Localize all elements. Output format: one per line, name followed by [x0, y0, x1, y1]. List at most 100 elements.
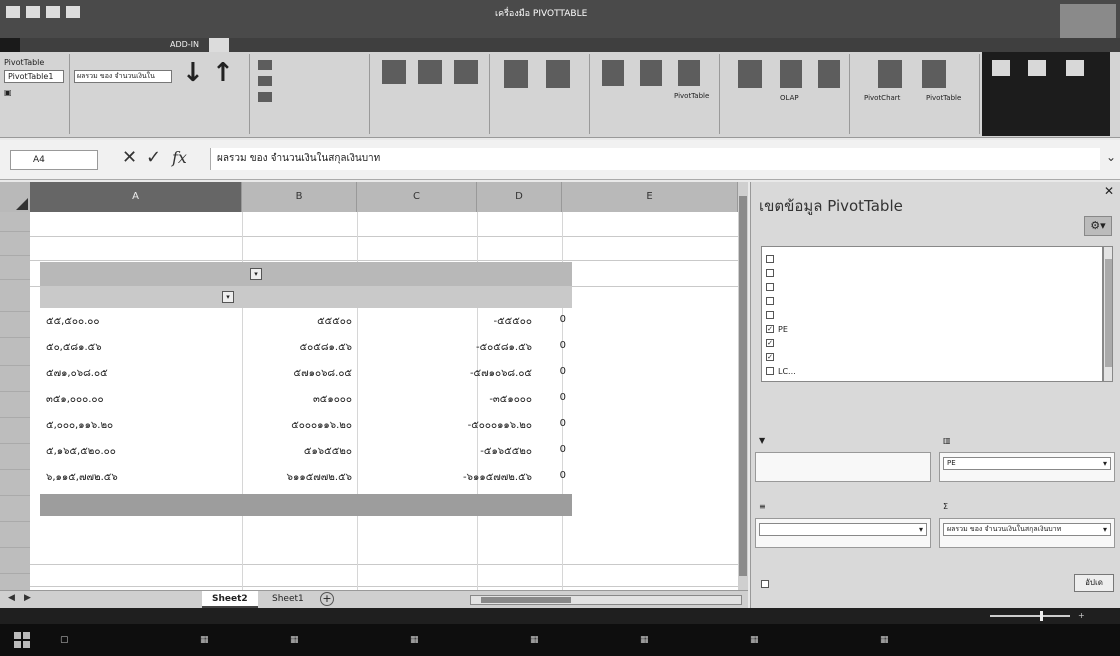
taskbar-app[interactable]: ▦	[200, 630, 209, 650]
cell-area[interactable]: ▾ ▾ ๕๕,๕๐๐.๐๐ ๕๕๕๐๐ -๕๕๕๐๐ 0 ๕๐,๕๘๑.๕๖ ๕…	[30, 212, 738, 592]
pivottable-options-button[interactable]: ▣	[4, 88, 12, 97]
pivot-row[interactable]: ๕๕,๕๐๐.๐๐ ๕๕๕๐๐ -๕๕๕๐๐ 0	[40, 310, 572, 336]
group-selection-icon[interactable]	[258, 60, 272, 70]
row-header[interactable]	[0, 318, 30, 338]
insert-function-icon[interactable]: fx	[172, 147, 187, 169]
select-all-button[interactable]	[0, 182, 30, 212]
tab-design[interactable]	[229, 38, 249, 52]
filter-connections-icon[interactable]	[454, 60, 478, 84]
row-header[interactable]	[0, 398, 30, 418]
checkbox[interactable]: ✓	[766, 353, 774, 361]
field-list-toggle-icon[interactable]	[992, 60, 1010, 76]
row-header[interactable]	[0, 346, 30, 366]
active-field-input[interactable]: ผลรวม ของ จำนวนเงินใน	[74, 70, 172, 83]
olap-tools-icon[interactable]	[780, 60, 802, 88]
tab-home[interactable]	[20, 38, 40, 52]
tab-review[interactable]	[120, 38, 140, 52]
relationships-icon[interactable]	[818, 60, 840, 88]
buttons-toggle-icon[interactable]	[1028, 60, 1046, 76]
add-sheet-button[interactable]: +	[320, 592, 334, 606]
tab-page-layout[interactable]	[60, 38, 80, 52]
column-header-e[interactable]: E	[562, 182, 738, 212]
row-labels-filter-dropdown[interactable]: ▾	[222, 291, 234, 303]
column-header-b[interactable]: B	[242, 182, 357, 212]
checkbox[interactable]: ✓	[766, 325, 774, 333]
field-headers-toggle-icon[interactable]	[1066, 60, 1084, 76]
taskbar-app[interactable]: ▦	[530, 630, 539, 650]
rows-field-chip[interactable]	[759, 523, 927, 536]
vertical-scrollbar[interactable]	[738, 182, 748, 592]
drill-down-icon[interactable]: ↓	[182, 60, 204, 86]
row-header[interactable]	[0, 450, 30, 470]
fields-items-sets-icon[interactable]	[738, 60, 762, 88]
horizontal-scrollbar[interactable]	[470, 595, 742, 605]
select-icon[interactable]	[640, 60, 662, 86]
expand-formula-bar-icon[interactable]: ⌄	[1106, 150, 1116, 164]
prev-sheet-icon[interactable]: ◀	[8, 593, 15, 603]
field-item[interactable]: LC...	[766, 365, 796, 377]
row-header[interactable]	[0, 502, 30, 522]
tab-analyze[interactable]	[209, 38, 230, 52]
row-header[interactable]	[0, 292, 30, 312]
field-item[interactable]: ✓	[766, 337, 778, 349]
row-header[interactable]	[0, 554, 30, 574]
field-item[interactable]	[766, 309, 778, 321]
formula-input[interactable]: ผลรวม ของ จำนวนเงินในสกุลเงินบาท	[210, 148, 1100, 170]
pivotchart-icon[interactable]	[878, 60, 902, 88]
field-item[interactable]	[766, 253, 778, 265]
worksheet-grid[interactable]: A B C D E ▾ ▾ ๕๕,๕๐๐.๐๐ ๕๕๕๐๐ -๕๕๕๐๐ 0 ๕…	[0, 182, 748, 592]
checkbox[interactable]	[766, 367, 774, 375]
taskbar-app[interactable]: ▦	[410, 630, 419, 650]
defer-checkbox[interactable]	[761, 580, 769, 588]
row-header[interactable]	[0, 424, 30, 444]
tab-insert[interactable]	[40, 38, 60, 52]
scroll-thumb[interactable]	[1105, 259, 1112, 367]
row-header[interactable]	[0, 476, 30, 496]
tab-add-ins[interactable]: ADD-IN	[160, 38, 209, 52]
change-data-source-icon[interactable]	[546, 60, 570, 88]
recommended-pivottables-icon[interactable]	[922, 60, 946, 88]
group-field-icon[interactable]	[258, 92, 272, 102]
zoom-slider-thumb[interactable]	[1040, 611, 1043, 621]
ungroup-icon[interactable]	[258, 76, 272, 86]
undo-icon[interactable]	[46, 6, 60, 18]
filters-drop-zone[interactable]	[755, 452, 931, 482]
checkbox[interactable]	[766, 283, 774, 291]
task-view-icon[interactable]: ▢	[60, 630, 69, 650]
field-list-scrollbar[interactable]	[1103, 246, 1113, 382]
checkbox[interactable]: ✓	[766, 339, 774, 347]
tab-view[interactable]	[140, 38, 160, 52]
pivot-row[interactable]: ๖,๑๑๕,๗๗๒.๕๖ ๖๑๑๕๗๗๒.๕๖ -๖๑๑๕๗๗๒.๕๖ 0	[40, 466, 572, 492]
redo-icon[interactable]	[66, 6, 80, 18]
update-button[interactable]: อัปเด	[1074, 574, 1114, 592]
pivot-row[interactable]: ๕๗๑,๐๖๘.๐๕ ๕๗๑๐๖๘.๐๕ -๕๗๑๐๖๘.๐๕ 0	[40, 362, 572, 388]
row-header[interactable]	[0, 572, 30, 592]
checkbox[interactable]	[766, 269, 774, 277]
columns-field-chip[interactable]: PE	[943, 457, 1111, 470]
insert-slicer-icon[interactable]	[382, 60, 406, 84]
field-item[interactable]: ✓ PE	[766, 323, 788, 335]
grand-total-row[interactable]	[40, 494, 572, 516]
taskbar-app[interactable]: ▦	[640, 630, 649, 650]
insert-timeline-icon[interactable]	[418, 60, 442, 84]
field-item[interactable]	[766, 295, 778, 307]
rows-drop-zone[interactable]	[755, 518, 931, 548]
pivot-row[interactable]: ๕,๐๐๐,๑๑๖.๒๐ ๕๐๐๐๑๑๖.๒๐ -๕๐๐๐๑๑๖.๒๐ 0	[40, 414, 572, 440]
zoom-slider[interactable]	[990, 615, 1070, 617]
row-header[interactable]	[0, 528, 30, 548]
field-item[interactable]: ✓	[766, 351, 778, 363]
row-header[interactable]	[0, 260, 30, 280]
taskbar-app[interactable]: ▦	[290, 630, 299, 650]
close-pane-icon[interactable]: ✕	[1104, 184, 1114, 198]
column-header-d[interactable]: D	[477, 182, 562, 212]
row-header[interactable]	[0, 236, 30, 256]
zoom-in-icon[interactable]: +	[1078, 608, 1085, 624]
next-sheet-icon[interactable]: ▶	[24, 593, 31, 603]
row-header[interactable]	[0, 212, 30, 232]
field-item[interactable]	[766, 281, 778, 293]
taskbar-app[interactable]: ▦	[880, 630, 889, 650]
windows-start-icon[interactable]	[14, 632, 30, 648]
column-labels-filter-dropdown[interactable]: ▾	[250, 268, 262, 280]
taskbar-app[interactable]: ▦	[750, 630, 759, 650]
scroll-thumb[interactable]	[739, 196, 747, 576]
